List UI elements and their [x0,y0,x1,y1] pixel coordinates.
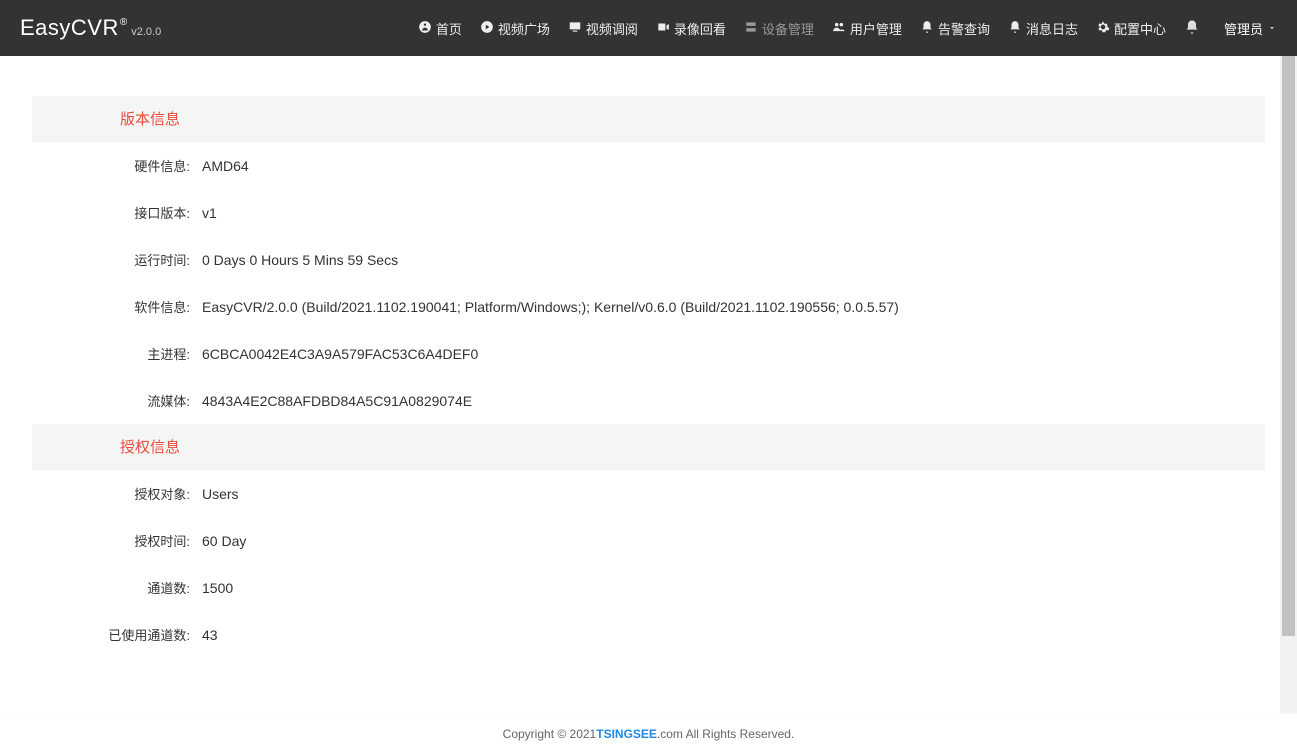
main-nav: 首页 视频广场 视频调阅 录像回看 设备管理 用户管理 告警查询 消息日志 [418,19,1277,38]
footer-suffix: .com All Rights Reserved. [657,727,794,741]
product-version: v2.0.0 [131,26,161,38]
video-icon [656,20,670,37]
nav-record-review[interactable]: 录像回看 [656,19,726,38]
row-license-time: 授权时间: 60 Day [32,517,1265,564]
nav-config-center[interactable]: 配置中心 [1096,19,1166,38]
notifications-button[interactable] [1184,19,1200,38]
nav-device-mgmt[interactable]: 设备管理 [744,19,814,38]
scrollbar[interactable] [1280,56,1297,713]
value-license-time: 60 Day [202,533,246,549]
version-section-header: 版本信息 [32,96,1265,142]
label-stream: 流媒体: [32,391,202,410]
value-software: EasyCVR/2.0.0 (Build/2021.1102.190041; P… [202,299,899,315]
nav-video-square-label: 视频广场 [498,19,550,38]
nav-video-square[interactable]: 视频广场 [480,19,550,38]
value-used-channels: 43 [202,627,218,643]
row-channels: 通道数: 1500 [32,564,1265,611]
value-main-process: 6CBCA0042E4C3A9A579FAC53C6A4DEF0 [202,346,478,362]
label-uptime: 运行时间: [32,250,202,269]
label-license-target: 授权对象: [32,484,202,503]
chevron-down-icon [1267,23,1277,33]
top-nav-bar: EasyCVR ® v2.0.0 首页 视频广场 视频调阅 录像回看 设备管理 … [0,0,1297,56]
nav-msg-log-label: 消息日志 [1026,19,1078,38]
scrollbar-thumb[interactable] [1282,56,1295,636]
footer: Copyright © 2021 Tsingsee .com All Right… [0,713,1297,753]
row-used-channels: 已使用通道数: 43 [32,611,1265,658]
user-label: 管理员 [1224,19,1263,38]
nav-home-label: 首页 [436,19,462,38]
footer-brand[interactable]: Tsingsee [596,727,657,741]
row-interface: 接口版本: v1 [32,189,1265,236]
nav-video-call[interactable]: 视频调阅 [568,19,638,38]
nav-record-review-label: 录像回看 [674,19,726,38]
nav-user-mgmt[interactable]: 用户管理 [832,19,902,38]
value-interface: v1 [202,205,217,221]
play-circle-icon [480,20,494,37]
value-license-target: Users [202,486,239,502]
user-menu[interactable]: 管理员 [1224,19,1277,38]
row-license-target: 授权对象: Users [32,470,1265,517]
alarm-icon [920,20,934,37]
footer-prefix: Copyright © 2021 [503,727,597,741]
value-stream: 4843A4E2C88AFDBD84A5C91A0829074E [202,393,472,409]
device-icon [744,20,758,37]
row-hardware: 硬件信息: AMD64 [32,142,1265,189]
bell-icon [1008,20,1022,37]
product-logo: EasyCVR ® v2.0.0 [20,15,161,41]
nav-msg-log[interactable]: 消息日志 [1008,19,1078,38]
label-hardware: 硬件信息: [32,156,202,175]
dashboard-icon [418,20,432,37]
nav-alarm-query-label: 告警查询 [938,19,990,38]
gear-icon [1096,20,1110,37]
notification-bell-icon [1184,23,1200,38]
nav-user-mgmt-label: 用户管理 [850,19,902,38]
label-interface: 接口版本: [32,203,202,222]
value-hardware: AMD64 [202,158,249,174]
row-main-process: 主进程: 6CBCA0042E4C3A9A579FAC53C6A4DEF0 [32,330,1265,377]
label-license-time: 授权时间: [32,531,202,550]
row-stream: 流媒体: 4843A4E2C88AFDBD84A5C91A0829074E [32,377,1265,424]
users-icon [832,20,846,37]
label-software: 软件信息: [32,297,202,316]
registered-mark: ® [120,17,127,28]
row-software: 软件信息: EasyCVR/2.0.0 (Build/2021.1102.190… [32,283,1265,330]
info-panel: 版本信息 硬件信息: AMD64 接口版本: v1 运行时间: 0 Days 0… [32,96,1265,658]
nav-config-center-label: 配置中心 [1114,19,1166,38]
label-main-process: 主进程: [32,344,202,363]
nav-video-call-label: 视频调阅 [586,19,638,38]
license-section-header: 授权信息 [32,424,1265,470]
row-uptime: 运行时间: 0 Days 0 Hours 5 Mins 59 Secs [32,236,1265,283]
value-channels: 1500 [202,580,233,596]
page-content: 版本信息 硬件信息: AMD64 接口版本: v1 运行时间: 0 Days 0… [0,56,1297,713]
label-channels: 通道数: [32,578,202,597]
license-section-title: 授权信息 [120,439,180,456]
nav-device-mgmt-label: 设备管理 [762,19,814,38]
value-uptime: 0 Days 0 Hours 5 Mins 59 Secs [202,252,398,268]
label-used-channels: 已使用通道数: [32,625,202,644]
version-section-title: 版本信息 [120,111,180,128]
product-name: EasyCVR [20,15,119,41]
nav-alarm-query[interactable]: 告警查询 [920,19,990,38]
monitor-icon [568,20,582,37]
nav-home[interactable]: 首页 [418,19,462,38]
